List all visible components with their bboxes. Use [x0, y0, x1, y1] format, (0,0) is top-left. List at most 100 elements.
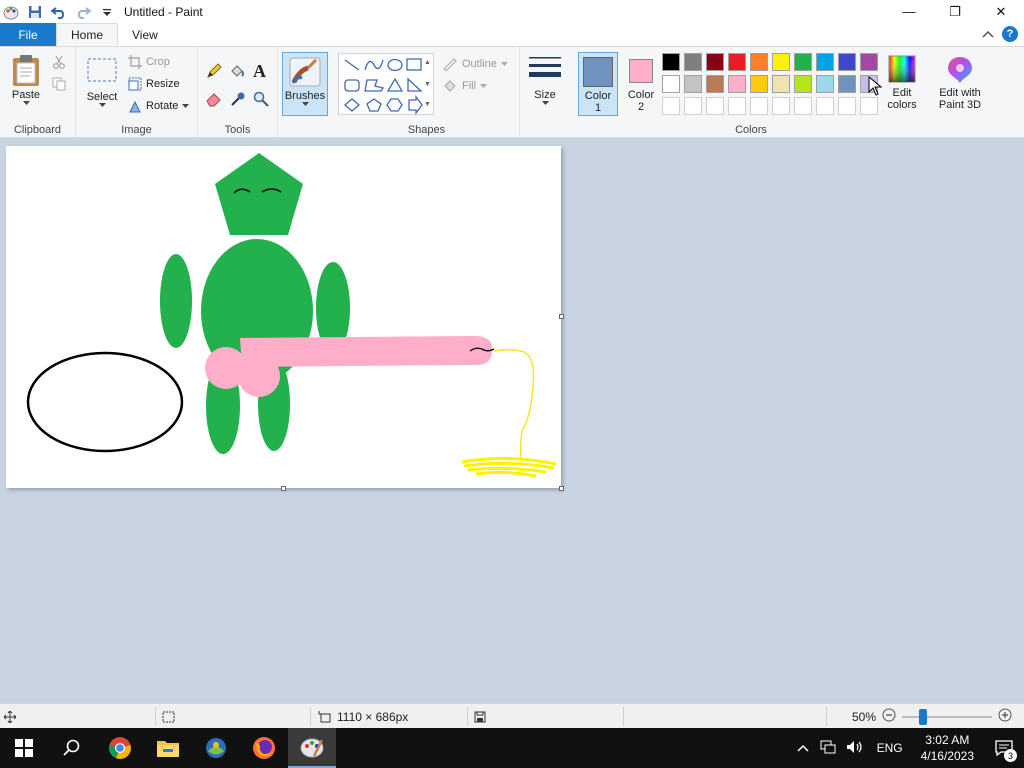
canvas-resize-handle-right[interactable] — [559, 314, 564, 319]
save-icon[interactable] — [26, 3, 44, 21]
gallery-expand-icon[interactable]: ▼ — [424, 101, 431, 108]
palette-color-swatch[interactable] — [794, 53, 812, 71]
custom-color-slot[interactable] — [728, 97, 746, 115]
image-group: Select Crop Resize Rotate Image — [76, 47, 198, 138]
chevron-down-icon — [22, 101, 30, 105]
size-label: Size — [534, 89, 556, 101]
pencil-icon[interactable] — [206, 63, 222, 82]
fill-bucket-icon[interactable] — [229, 63, 245, 82]
restore-button[interactable]: ❐ — [932, 0, 978, 23]
color1-swatch — [583, 57, 613, 87]
palette-color-swatch[interactable] — [706, 75, 724, 93]
zoom-in-icon[interactable] — [998, 708, 1012, 725]
customize-quick-access-icon[interactable] — [98, 3, 116, 21]
custom-color-slot[interactable] — [750, 97, 768, 115]
copy-icon[interactable] — [52, 77, 66, 94]
drawing-canvas[interactable] — [6, 146, 561, 488]
taskbar-clock[interactable]: 3:02 AM 4/16/2023 — [911, 732, 984, 764]
custom-color-slot[interactable] — [706, 97, 724, 115]
cut-icon[interactable] — [52, 55, 66, 72]
canvas-resize-handle-corner[interactable] — [559, 486, 564, 491]
taskbar-paint[interactable] — [288, 728, 336, 768]
select-button[interactable]: Select — [82, 57, 122, 108]
taskbar-photos-app[interactable] — [192, 728, 240, 768]
tab-view[interactable]: View — [118, 23, 172, 46]
start-button[interactable] — [0, 728, 48, 768]
zoom-slider-thumb[interactable] — [919, 708, 928, 725]
gallery-scroll-up-icon[interactable]: ▲ — [424, 59, 431, 66]
zoom-out-icon[interactable] — [882, 708, 896, 725]
palette-color-swatch[interactable] — [750, 75, 768, 93]
custom-color-slot[interactable] — [838, 97, 856, 115]
fill-button[interactable]: Fill — [442, 79, 488, 93]
custom-color-slot[interactable] — [860, 97, 878, 115]
action-center-button[interactable]: 3 — [984, 728, 1024, 768]
palette-color-swatch[interactable] — [684, 75, 702, 93]
color2-swatch — [629, 59, 653, 83]
input-language[interactable]: ENG — [869, 741, 911, 755]
magnifier-icon[interactable] — [253, 91, 269, 110]
paste-button[interactable]: Paste — [6, 53, 46, 106]
palette-color-swatch[interactable] — [706, 53, 724, 71]
gallery-scroll-down-icon[interactable]: ▼ — [424, 81, 431, 88]
close-button[interactable]: ✕ — [978, 0, 1024, 23]
palette-color-swatch[interactable] — [838, 75, 856, 93]
system-tray: ENG 3:02 AM 4/16/2023 3 — [791, 728, 1024, 768]
palette-color-swatch[interactable] — [728, 53, 746, 71]
taskbar-firefox[interactable] — [240, 728, 288, 768]
custom-color-slot[interactable] — [816, 97, 834, 115]
tab-file[interactable]: File — [0, 23, 56, 46]
volume-icon[interactable] — [841, 740, 869, 757]
zoom-slider[interactable] — [902, 708, 993, 725]
palette-color-swatch[interactable] — [772, 75, 790, 93]
color1-button[interactable]: Color 1 — [578, 52, 618, 116]
palette-color-swatch[interactable] — [838, 53, 856, 71]
crop-button[interactable]: Crop — [128, 55, 170, 69]
paste-icon — [13, 55, 39, 86]
palette-color-swatch[interactable] — [816, 53, 834, 71]
shapes-gallery[interactable] — [338, 53, 434, 115]
custom-color-slot[interactable] — [662, 97, 680, 115]
palette-color-swatch[interactable] — [750, 53, 768, 71]
palette-color-swatch[interactable] — [794, 75, 812, 93]
palette-color-swatch[interactable] — [728, 75, 746, 93]
help-icon[interactable]: ? — [1002, 26, 1018, 42]
color2-button[interactable]: Color 2 — [622, 52, 660, 116]
paint-app-icon[interactable] — [2, 3, 20, 21]
quick-access-toolbar — [0, 3, 116, 21]
undo-icon[interactable] — [50, 3, 68, 21]
network-icon[interactable] — [815, 740, 841, 757]
minimize-button[interactable]: — — [886, 0, 932, 23]
canvas-resize-handle-bottom[interactable] — [281, 486, 286, 491]
color-picker-icon[interactable] — [230, 91, 246, 110]
taskbar-chrome[interactable] — [96, 728, 144, 768]
collapse-ribbon-icon[interactable] — [982, 27, 994, 41]
outline-button[interactable]: Outline — [442, 57, 508, 71]
edit-with-paint3d-button[interactable]: Edit with Paint 3D — [934, 55, 986, 111]
custom-color-slot[interactable] — [794, 97, 812, 115]
rotate-button[interactable]: Rotate — [128, 99, 190, 113]
taskbar-file-explorer[interactable] — [144, 728, 192, 768]
edit-colors-button[interactable]: Edit colors — [882, 55, 922, 111]
palette-color-swatch[interactable] — [860, 53, 878, 71]
palette-color-swatch[interactable] — [684, 53, 702, 71]
brushes-button[interactable]: Brushes — [282, 52, 328, 116]
paint3d-icon — [948, 57, 972, 83]
custom-color-slot[interactable] — [772, 97, 790, 115]
palette-color-swatch[interactable] — [772, 53, 790, 71]
palette-color-swatch[interactable] — [662, 75, 680, 93]
taskbar-search-button[interactable] — [48, 728, 96, 768]
palette-color-swatch[interactable] — [662, 53, 680, 71]
canvas-drawing — [26, 153, 557, 478]
fill-icon — [444, 80, 456, 92]
text-tool-icon[interactable]: A — [253, 61, 266, 82]
palette-color-swatch[interactable] — [816, 75, 834, 93]
resize-button[interactable]: Resize — [128, 77, 180, 91]
edit-colors-label-1: Edit — [892, 87, 912, 99]
show-hidden-icons-icon[interactable] — [791, 741, 815, 755]
size-button[interactable]: Size — [526, 55, 564, 106]
tab-home[interactable]: Home — [56, 23, 119, 46]
redo-icon[interactable] — [74, 3, 92, 21]
custom-color-slot[interactable] — [684, 97, 702, 115]
eraser-icon[interactable] — [206, 91, 222, 110]
